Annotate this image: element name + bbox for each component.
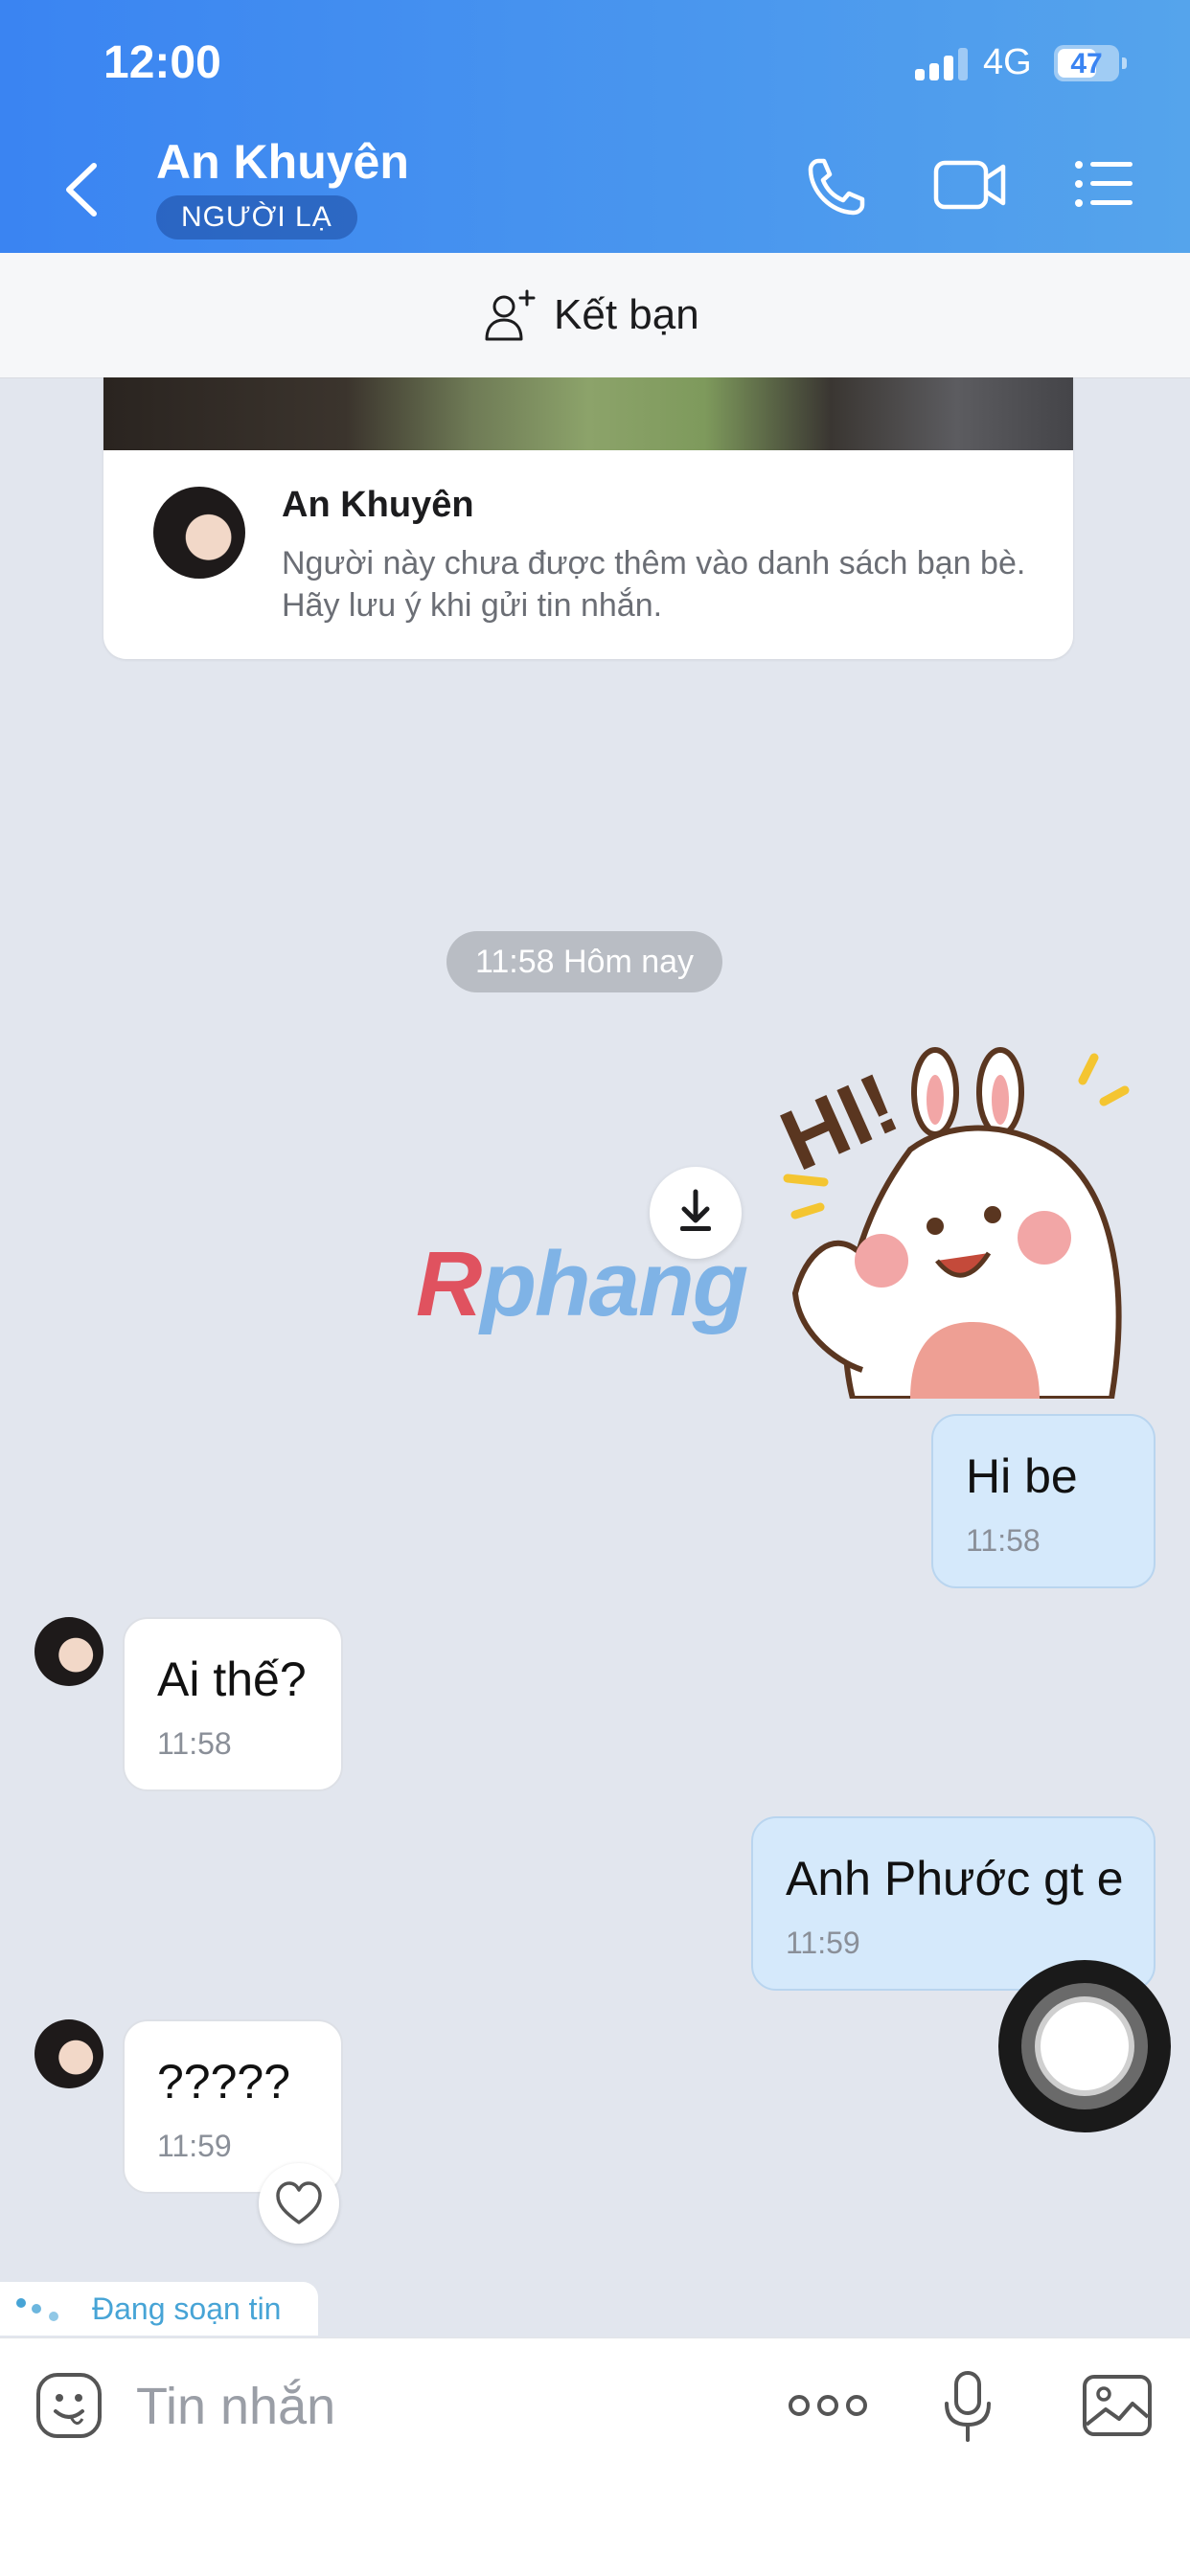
message-text: Ai thế?: [157, 1653, 307, 1706]
chat-menu-button[interactable]: [1073, 155, 1136, 213]
add-person-icon: [485, 289, 536, 341]
bunny-hi-sticker[interactable]: HI!: [767, 1035, 1169, 1399]
typing-label: Đang soạn tin: [92, 2291, 282, 2326]
message-input[interactable]: [134, 2363, 751, 2450]
message-time: 11:59: [157, 2129, 232, 2163]
back-icon: [66, 163, 97, 217]
sender-avatar[interactable]: [34, 1617, 103, 1686]
cover-photo: [103, 377, 1073, 450]
emoji-icon: [36, 2373, 102, 2438]
message-text: ?????: [157, 2055, 291, 2109]
message-text: Hi be: [966, 1449, 1078, 1503]
add-friend-button[interactable]: Kết bạn: [0, 253, 1190, 378]
emoji-button[interactable]: [34, 2371, 103, 2440]
typing-dots-icon: [16, 2298, 58, 2321]
back-button[interactable]: [57, 158, 105, 221]
stranger-warning-text: Người này chưa được thêm vào danh sách b…: [282, 545, 1026, 624]
battery-level: 47: [1070, 48, 1103, 80]
message-bubble-outgoing[interactable]: Hi be 11:58: [931, 1414, 1156, 1588]
assistive-touch-button[interactable]: [998, 1960, 1171, 2132]
message-time: 11:58: [966, 1523, 1041, 1558]
profile-avatar: [153, 487, 245, 579]
video-call-icon: [933, 160, 1006, 210]
date-separator: 11:58 Hôm nay: [446, 931, 723, 992]
video-call-button[interactable]: [932, 155, 1009, 215]
sticker-text: HI!: [767, 1056, 911, 1190]
typing-indicator: Đang soạn tin: [0, 2282, 318, 2336]
sender-avatar[interactable]: [34, 2019, 103, 2088]
more-icon: [789, 2395, 867, 2416]
heart-icon: [276, 2181, 322, 2224]
profile-name: An Khuyên: [282, 485, 474, 525]
profile-card[interactable]: An Khuyên Người này chưa được thêm vào d…: [103, 377, 1073, 659]
stranger-badge: NGƯỜI LẠ: [156, 195, 357, 239]
send-image-button[interactable]: [1081, 2373, 1154, 2438]
status-time: 12:00: [103, 37, 221, 88]
image-icon: [1083, 2375, 1152, 2436]
message-time: 11:59: [786, 1926, 860, 1960]
phone-icon: [808, 158, 865, 216]
message-composer: [0, 2337, 1190, 2576]
battery-icon: 47: [1054, 45, 1127, 81]
message-bubble-incoming[interactable]: Ai thế? 11:58: [123, 1617, 343, 1791]
cellular-signal-icon: [915, 46, 969, 80]
message-time: 11:58: [157, 1726, 232, 1761]
react-heart-button[interactable]: [259, 2163, 339, 2244]
message-text: Anh Phước gt e: [786, 1852, 1124, 1905]
chat-header: 12:00 4G 47 An Khuyên NGƯỜI LẠ: [0, 0, 1190, 253]
more-options-button[interactable]: [788, 2386, 868, 2425]
microphone-icon: [945, 2371, 991, 2442]
network-type: 4G: [983, 42, 1032, 82]
add-friend-label: Kết bạn: [554, 291, 699, 338]
voice-call-button[interactable]: [805, 155, 868, 218]
watermark: Rphang: [416, 1233, 748, 1335]
contact-name[interactable]: An Khuyên: [156, 134, 409, 190]
voice-message-button[interactable]: [941, 2369, 995, 2446]
menu-list-icon: [1075, 161, 1133, 207]
